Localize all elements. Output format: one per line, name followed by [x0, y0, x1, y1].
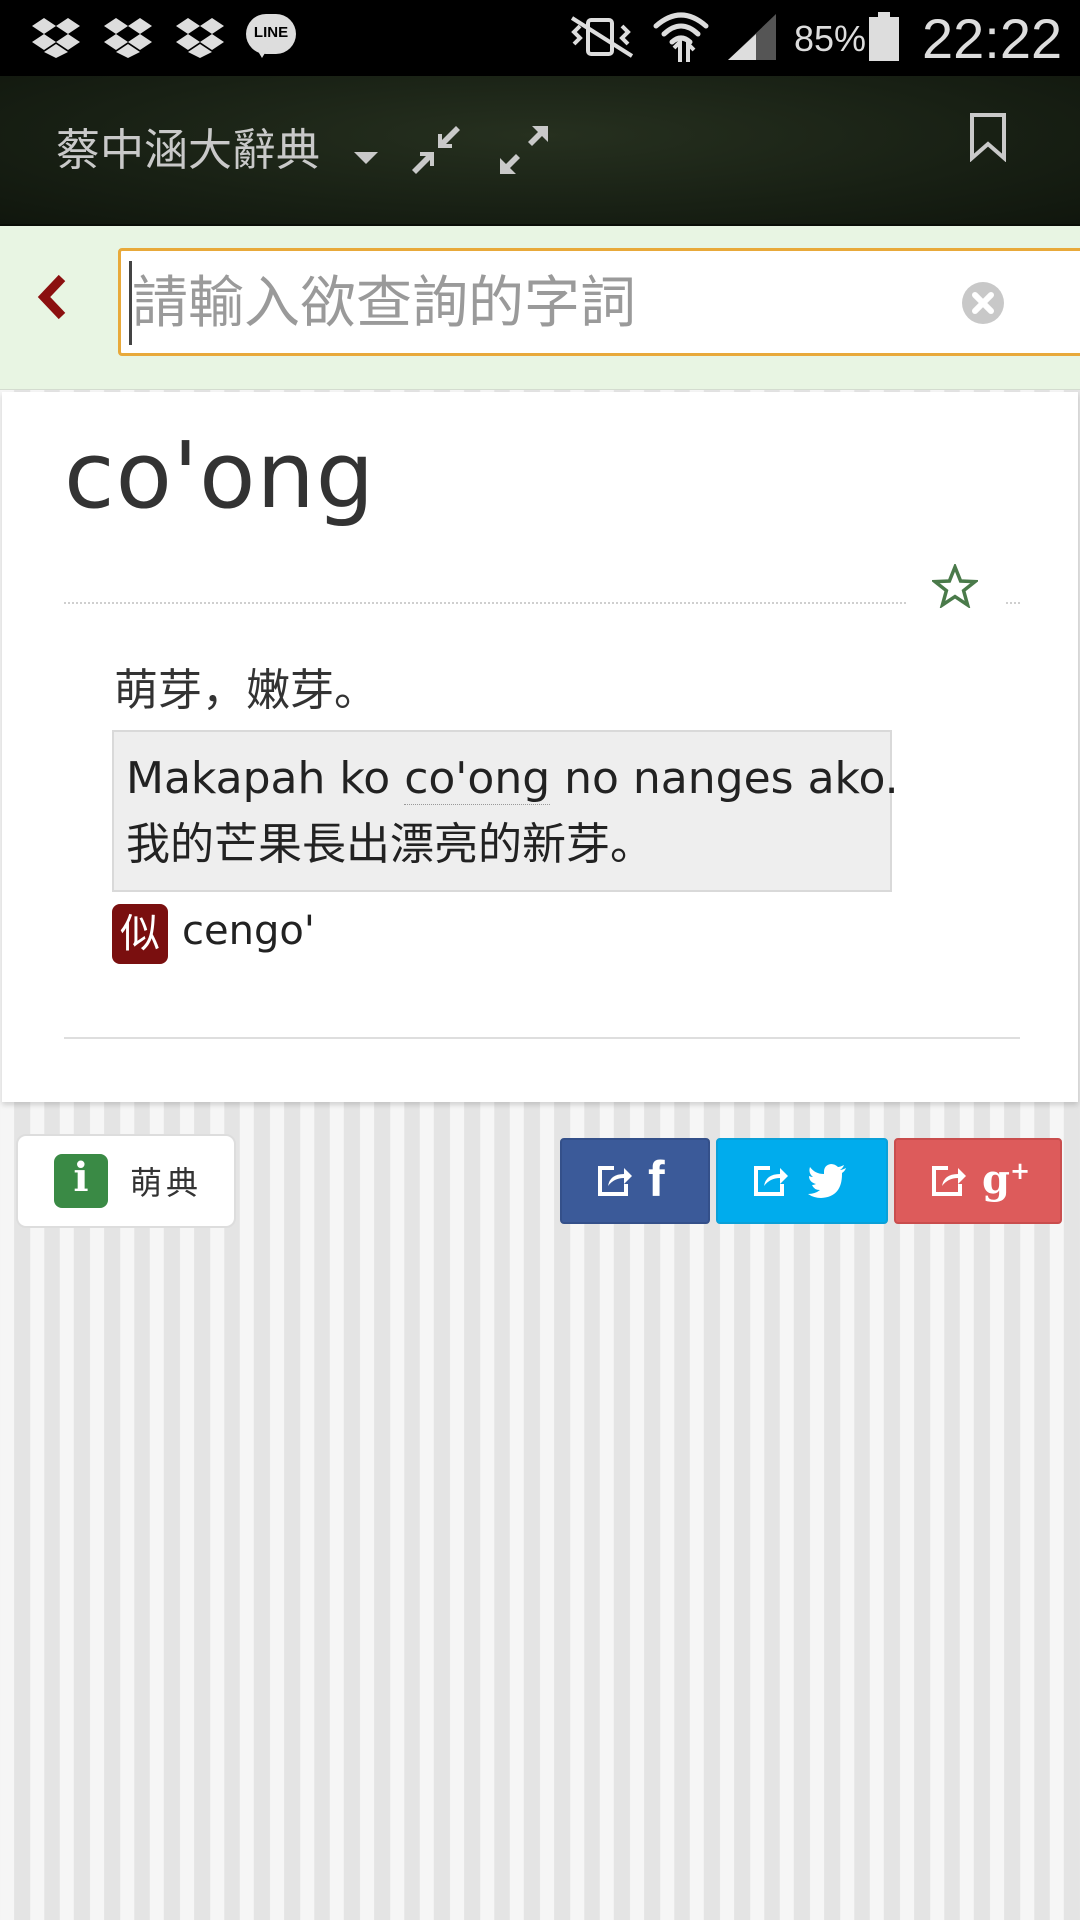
headword: co'ong [64, 422, 376, 529]
divider [64, 602, 906, 604]
line-label: LINE [253, 24, 289, 41]
dropdown-caret-icon[interactable] [352, 148, 380, 166]
line-icon: LINE [246, 14, 296, 60]
battery-percent: 85% [794, 18, 867, 59]
entry-card: co'ong 萌芽，嫩芽。 Makapah ko co'ong no nange… [2, 392, 1078, 1102]
expand-icon[interactable] [496, 122, 552, 178]
dropbox-icon [176, 18, 224, 58]
search-input[interactable] [129, 261, 949, 345]
example-post: no nanges ako. [550, 753, 899, 804]
dictionary-selector[interactable]: 蔡中涵大辭典 [56, 114, 320, 178]
example-headword-link[interactable]: co'ong [404, 753, 551, 805]
battery-icon [869, 12, 899, 61]
share-google-plus-button[interactable]: g+ [894, 1138, 1062, 1224]
clear-search-icon[interactable] [961, 281, 1005, 325]
synonym-link[interactable]: cengo' [182, 908, 315, 954]
dictionary-title: 蔡中涵大辭典 [56, 125, 320, 176]
dropbox-icon [32, 18, 80, 58]
back-arrow-icon[interactable] [34, 272, 70, 322]
clock: 22:22 [922, 7, 1063, 70]
example-translation: 我的芒果長出漂亮的新芽。 [126, 819, 654, 870]
favorite-star-icon[interactable] [932, 564, 978, 608]
dropbox-icon [104, 18, 152, 58]
twitter-icon [808, 1164, 846, 1198]
share-icon [754, 1166, 788, 1196]
bookmark-icon[interactable] [968, 112, 1008, 162]
status-bar: LINE 85% 22:22 [0, 0, 1080, 76]
app-bar: 蔡中涵大辭典 [0, 76, 1080, 226]
wifi-icon [653, 12, 709, 62]
share-facebook-button[interactable]: f [560, 1138, 710, 1224]
definition: 萌芽，嫩芽。 [114, 665, 378, 716]
example-box: Makapah ko co'ong no nanges ako. 我的芒果長出漂… [112, 730, 899, 892]
google-plus-icon: g+ [982, 1156, 1030, 1203]
search-box [118, 248, 1080, 356]
cellular-signal-icon [728, 14, 776, 60]
about-button[interactable]: i 萌典 [16, 1134, 236, 1228]
card-divider [64, 1037, 1020, 1039]
gp-sup: + [1009, 1156, 1031, 1185]
about-label: 萌典 [130, 1164, 203, 1202]
example-pre: Makapah ko [126, 753, 405, 804]
vibrate-mute-icon [570, 16, 634, 58]
synonym-badge: 似 [112, 904, 168, 964]
gp-label: g [982, 1156, 1010, 1203]
facebook-icon: f [648, 1151, 665, 1207]
example-sentence: Makapah ko co'ong no nanges ako. [126, 746, 899, 812]
divider-tail [1006, 602, 1020, 604]
share-icon [932, 1166, 966, 1196]
info-icon: i [54, 1154, 108, 1208]
share-icon [598, 1166, 632, 1196]
share-twitter-button[interactable] [716, 1138, 888, 1224]
compress-icon[interactable] [408, 122, 464, 178]
search-bar [0, 226, 1080, 390]
